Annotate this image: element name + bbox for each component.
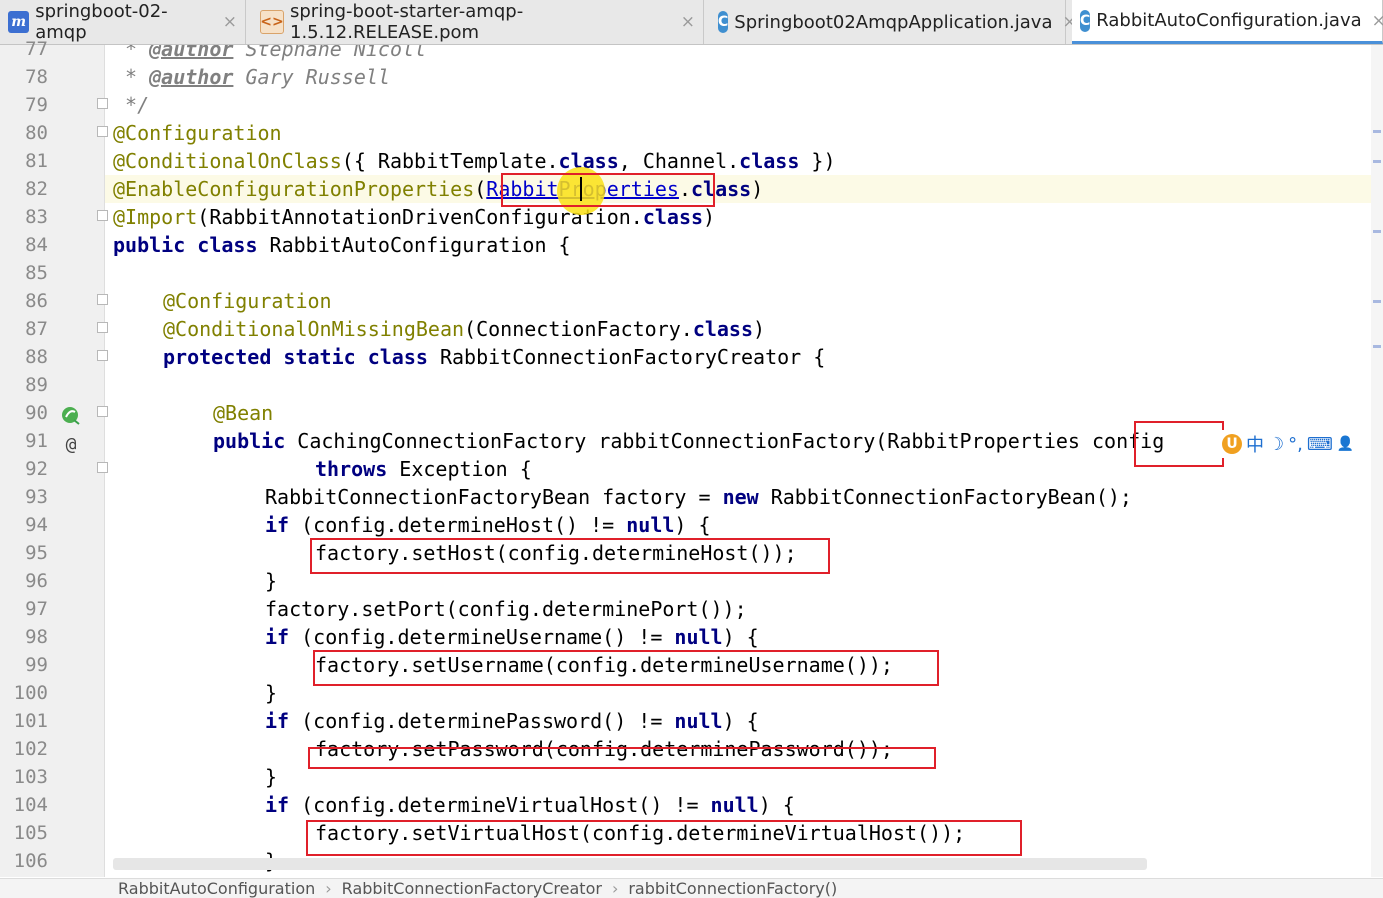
code-line-82: @EnableConfigurationProperties(RabbitPro… <box>113 177 764 201</box>
line-number: 96 <box>25 570 48 592</box>
code-line-86: @Configuration <box>163 289 332 313</box>
breadcrumb-item[interactable]: RabbitConnectionFactoryCreator <box>342 879 602 898</box>
tab-label: Springboot02AmqpApplication.java <box>734 11 1053 33</box>
line-number: 77 <box>25 38 48 60</box>
line-number: 94 <box>25 514 48 536</box>
code-line-83: @Import(RabbitAnnotationDrivenConfigurat… <box>113 205 716 229</box>
tab-rabbit-auto-configuration[interactable]: C RabbitAutoConfiguration.java × <box>1072 0 1383 44</box>
breadcrumb-item[interactable]: rabbitConnectionFactory() <box>628 879 837 898</box>
scroll-marker <box>1373 130 1381 133</box>
code-line-103: } <box>265 765 278 789</box>
breadcrumb-separator: › <box>611 879 619 898</box>
user-icon[interactable]: 👤 <box>1337 436 1354 452</box>
line-number: 82 <box>25 178 48 200</box>
text-caret <box>580 177 582 201</box>
line-number: 81 <box>25 150 48 172</box>
breadcrumb-separator: › <box>325 879 332 898</box>
bean-gutter-icon[interactable] <box>60 405 82 427</box>
scroll-marker <box>1373 230 1381 233</box>
code-line-90: @Bean <box>213 401 274 425</box>
line-number: 84 <box>25 234 48 256</box>
code-line-105: factory.setVirtualHost(config.determineV… <box>315 821 966 845</box>
editor-tab-bar: m springboot-02-amqp × <> spring-boot-st… <box>0 0 1383 45</box>
close-icon[interactable]: × <box>1372 11 1383 31</box>
scroll-marker <box>1373 160 1381 163</box>
maven-module-icon: m <box>8 11 30 33</box>
tab-label: RabbitAutoConfiguration.java <box>1096 10 1362 31</box>
line-number: 88 <box>25 346 48 368</box>
code-line-88: protected static class RabbitConnectionF… <box>163 345 826 369</box>
ime-toolbar[interactable]: U 中 ☽ °, ⌨ 👤 <box>1222 430 1355 458</box>
line-number: 79 <box>25 94 48 116</box>
line-number: 86 <box>25 290 48 312</box>
breadcrumb-item[interactable]: RabbitAutoConfiguration <box>118 879 315 898</box>
code-line-95: factory.setHost(config.determineHost()); <box>315 541 797 565</box>
java-class-icon: C <box>1080 9 1091 32</box>
scroll-marker <box>1373 345 1381 348</box>
code-line-79: */ <box>113 93 150 117</box>
code-line-98: if (config.determineUsername() != null) … <box>265 625 759 649</box>
close-icon[interactable]: × <box>681 12 695 32</box>
code-line-104: if (config.determineVirtualHost() != nul… <box>265 793 795 817</box>
line-number: 105 <box>13 822 48 844</box>
line-number: 104 <box>13 794 48 816</box>
line-number: 89 <box>25 374 48 396</box>
java-class-icon: C <box>718 11 729 33</box>
line-number: 100 <box>13 682 48 704</box>
code-line-96: } <box>265 569 278 593</box>
line-number: 99 <box>25 654 48 676</box>
breadcrumb: RabbitAutoConfiguration › RabbitConnecti… <box>0 878 1383 898</box>
line-number-gutter[interactable]: 77 78 79 80 81 82 83 84 85 86 87 88 89 9… <box>0 38 108 877</box>
autowire-gutter-icon[interactable]: @ <box>60 433 82 455</box>
tab-pom-file[interactable]: <> spring-boot-starter-amqp-1.5.12.RELEA… <box>252 0 704 44</box>
keyboard-icon[interactable]: ⌨ <box>1307 434 1333 455</box>
punctuation-toggle[interactable]: °, <box>1288 434 1303 455</box>
code-line-81: @ConditionalOnClass({ RabbitTemplate.cla… <box>113 149 836 173</box>
moon-icon[interactable]: ☽ <box>1268 434 1284 455</box>
tab-label: springboot-02-amqp <box>35 1 168 43</box>
code-line-102: factory.setPassword(config.determinePass… <box>315 737 893 761</box>
line-number: 106 <box>13 850 48 872</box>
line-number: 87 <box>25 318 48 340</box>
code-line-78: * @author Gary Russell <box>113 65 390 89</box>
horizontal-scrollbar[interactable] <box>113 858 1147 870</box>
code-line-99: factory.setUsername(config.determineUser… <box>315 653 893 677</box>
line-number: 98 <box>25 626 48 648</box>
code-line-91: public CachingConnectionFactory rabbitCo… <box>213 429 1165 453</box>
code-line-100: } <box>265 681 278 705</box>
line-number: 102 <box>13 738 48 760</box>
code-line-93: RabbitConnectionFactoryBean factory = ne… <box>265 485 1132 509</box>
tab-application-java[interactable]: C Springboot02AmqpApplication.java × <box>710 0 1077 44</box>
line-number: 101 <box>13 710 48 732</box>
line-number: 92 <box>25 458 48 480</box>
line-number: 93 <box>25 486 48 508</box>
line-number: 83 <box>25 206 48 228</box>
ime-logo-icon[interactable]: U <box>1222 434 1242 454</box>
code-line-101: if (config.determinePassword() != null) … <box>265 709 759 733</box>
code-line-92: throws Exception { <box>315 457 532 481</box>
ime-language-toggle[interactable]: 中 <box>1246 431 1264 457</box>
code-line-97: factory.setPort(config.determinePort()); <box>265 597 747 621</box>
code-line-80: @Configuration <box>113 121 282 145</box>
code-line-77: * @author Stephane Nicoll <box>113 45 427 61</box>
line-number: 95 <box>25 542 48 564</box>
code-line-87: @ConditionalOnMissingBean(ConnectionFact… <box>163 317 766 341</box>
vertical-scrollbar[interactable] <box>1371 45 1383 877</box>
line-number: 80 <box>25 122 48 144</box>
line-number: 97 <box>25 598 48 620</box>
code-line-94: if (config.determineHost() != null) { <box>265 513 711 537</box>
scroll-marker <box>1373 300 1381 303</box>
tab-label: spring-boot-starter-amqp-1.5.12.RELEASE.… <box>290 1 524 43</box>
code-line-84: public class RabbitAutoConfiguration { <box>113 233 571 257</box>
line-number: 85 <box>25 262 48 284</box>
code-editor[interactable]: * @author Stephane Nicoll * @author Gary… <box>105 45 1383 877</box>
line-number: 90 <box>25 402 48 424</box>
line-number: 103 <box>13 766 48 788</box>
pom-file-icon: <> <box>260 10 284 34</box>
line-number: 78 <box>25 66 48 88</box>
close-icon[interactable]: × <box>223 12 237 32</box>
line-number: 91 <box>25 430 48 452</box>
